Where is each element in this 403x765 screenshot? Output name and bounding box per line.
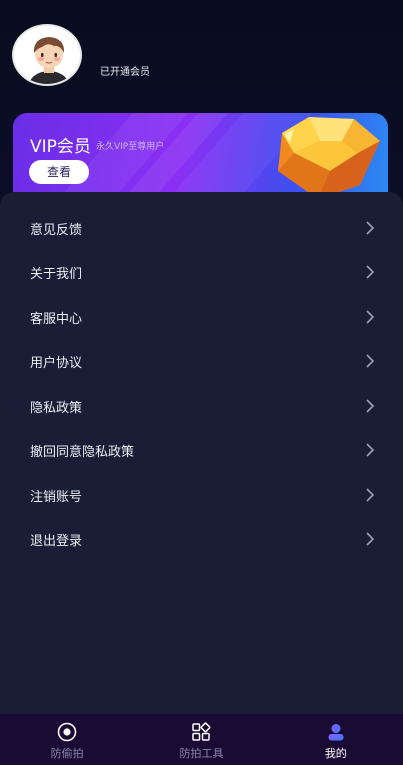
settings-panel: 意见反馈 关于我们 客服中心 用户协议 隐私政策 撤回同意隐私政策 注销账号 退… xyxy=(0,192,403,714)
menu-item-feedback[interactable]: 意见反馈 xyxy=(0,206,403,250)
menu-item-label: 客服中心 xyxy=(30,311,83,327)
menu-item-logout[interactable]: 退出登录 xyxy=(0,517,403,561)
menu-item-privacy-policy[interactable]: 隐私政策 xyxy=(0,384,403,428)
camera-lens-icon xyxy=(57,722,77,742)
tab-mine[interactable]: 我的 xyxy=(269,714,403,765)
chevron-right-icon xyxy=(366,488,375,502)
menu-item-label: 用户协议 xyxy=(30,355,83,371)
chevron-right-icon xyxy=(366,221,375,235)
chevron-right-icon xyxy=(366,265,375,279)
vip-subtitle: 永久VIP至尊用户 xyxy=(96,142,165,152)
tab-label: 防偷拍 xyxy=(50,747,84,760)
tab-tools[interactable]: 防拍工具 xyxy=(134,714,268,765)
vip-title: VIP会员 xyxy=(30,137,91,157)
chevron-right-icon xyxy=(366,532,375,546)
chevron-right-icon xyxy=(366,399,375,413)
tab-anti-spy-camera[interactable]: 防偷拍 xyxy=(0,714,134,765)
chevron-right-icon xyxy=(366,310,375,324)
tab-label: 防拍工具 xyxy=(179,747,224,760)
menu-item-label: 注销账号 xyxy=(30,489,83,505)
menu-item-support[interactable]: 客服中心 xyxy=(0,295,403,339)
diamond-gem-icon xyxy=(278,117,380,199)
avatar[interactable] xyxy=(12,24,82,86)
menu-item-delete-account[interactable]: 注销账号 xyxy=(0,473,403,517)
menu-item-label: 意见反馈 xyxy=(30,222,83,238)
chevron-right-icon xyxy=(366,443,375,457)
menu-item-user-agreement[interactable]: 用户协议 xyxy=(0,339,403,383)
menu-item-label: 退出登录 xyxy=(30,533,83,549)
grid-tools-icon xyxy=(192,722,211,741)
menu-item-label: 隐私政策 xyxy=(30,400,83,416)
membership-status: 已开通会员 xyxy=(100,67,150,78)
menu-item-label: 关于我们 xyxy=(30,266,83,282)
menu-item-revoke-privacy-consent[interactable]: 撤回同意隐私政策 xyxy=(0,428,403,472)
vip-view-button[interactable]: 查看 xyxy=(29,160,89,184)
profile-icon xyxy=(328,724,344,741)
bottom-tab-bar: 防偷拍 防拍工具 我的 xyxy=(0,714,403,765)
chevron-right-icon xyxy=(366,354,375,368)
menu-item-label: 撤回同意隐私政策 xyxy=(30,444,135,460)
tab-label: 我的 xyxy=(324,747,347,760)
menu-item-about[interactable]: 关于我们 xyxy=(0,250,403,294)
